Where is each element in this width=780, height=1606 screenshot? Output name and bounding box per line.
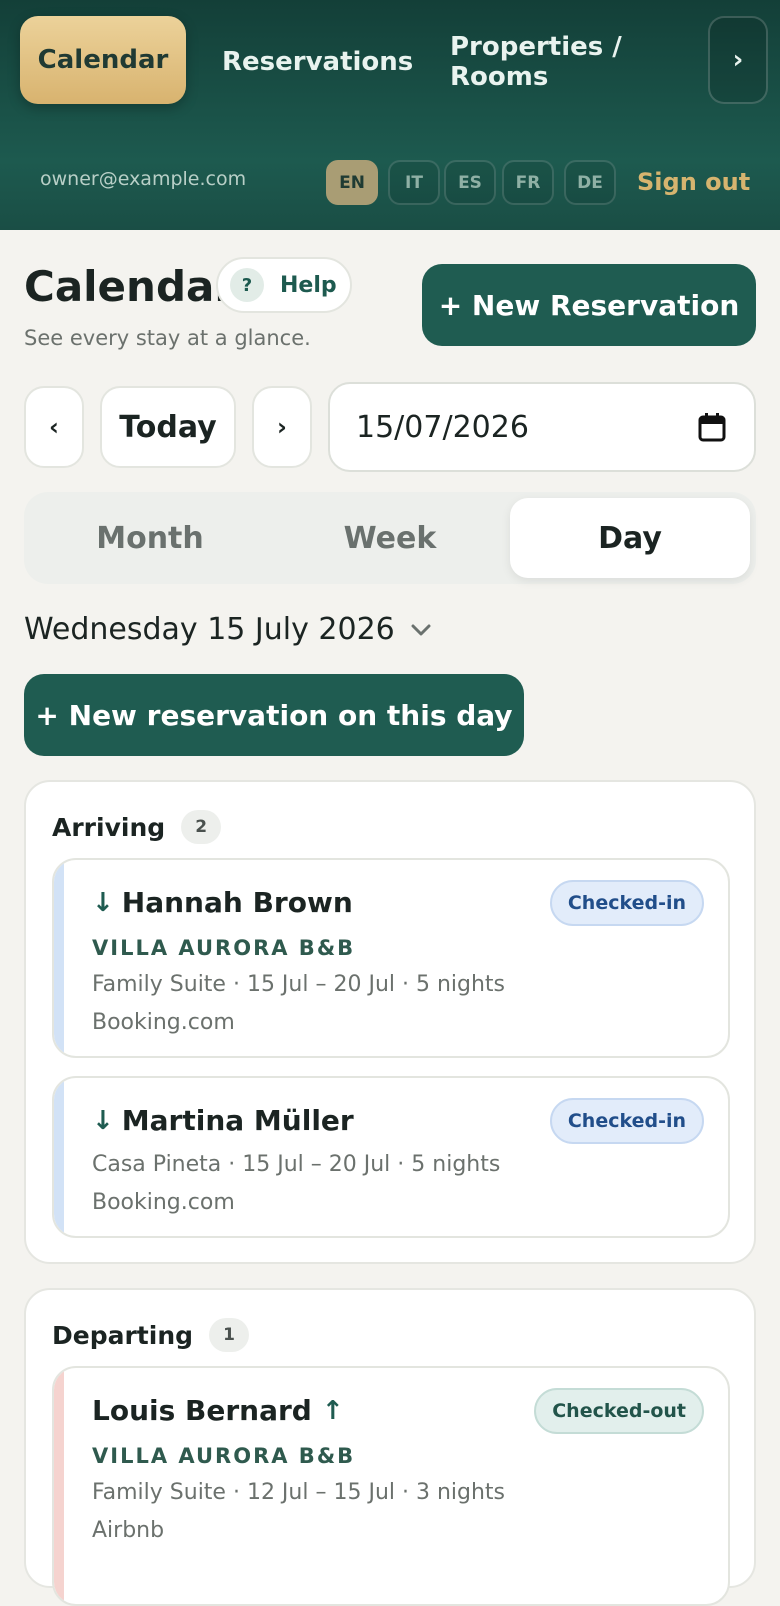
sign-out-link[interactable]: Sign out [637,168,750,196]
new-reservation-on-day-button[interactable]: + New reservation on this day [24,674,524,756]
date-input-value: 15/07/2026 [356,409,529,445]
departure-arrow-icon: ↑ [321,1395,344,1426]
account-email: owner@example.com [40,168,247,190]
arriving-section: Arriving 2 ↓ Hannah Brown Checked-in VIL… [24,780,756,1264]
view-week-tab[interactable]: Week [270,498,510,578]
nav-reservations[interactable]: Reservations [222,18,413,106]
departing-count-badge: 1 [209,1318,250,1352]
nav-more-button[interactable]: › [708,16,768,104]
chevron-down-icon [411,624,431,635]
page-subtitle: See every stay at a glance. [24,326,311,350]
guest-name: Hannah Brown [121,886,353,919]
stay-details: Casa Pineta · 15 Jul – 20 Jul · 5 nights [92,1152,501,1177]
reservation-card[interactable]: ↓ Martina Müller Checked-in Casa Pineta … [52,1076,730,1238]
guest-name-row: ↓ Martina Müller [92,1104,354,1137]
selected-day-dropdown[interactable]: Wednesday 15 July 2026 [24,612,431,647]
today-button[interactable]: Today [100,386,236,468]
status-badge: Checked-out [534,1388,704,1434]
departing-section: Departing 1 Louis Bernard ↑ Checked-out … [24,1288,756,1606]
new-reservation-button[interactable]: + New Reservation [422,264,756,346]
page-title: Calendar [24,262,236,311]
selected-day-label: Wednesday 15 July 2026 [24,612,395,647]
property-name: VILLA AURORA B&B [92,936,356,960]
view-month-tab[interactable]: Month [30,498,270,578]
reservation-card[interactable]: ↓ Hannah Brown Checked-in VILLA AURORA B… [52,858,730,1058]
status-badge: Checked-in [549,1098,704,1144]
booking-source: Booking.com [92,1190,235,1215]
language-it[interactable]: IT [388,160,440,205]
stay-details: Family Suite · 12 Jul – 15 Jul · 3 night… [92,1480,506,1505]
language-en[interactable]: EN [326,160,378,205]
help-label: Help [280,272,337,298]
guest-name-row: ↓ Hannah Brown [92,886,353,919]
property-name: VILLA AURORA B&B [92,1444,356,1468]
nav-calendar[interactable]: Calendar [20,16,186,104]
date-input[interactable]: 15/07/2026 [328,382,756,472]
view-day-tab[interactable]: Day [510,498,750,578]
arrival-arrow-icon: ↓ [92,887,114,918]
status-badge: Checked-in [549,880,704,926]
arriving-header: Arriving 2 [52,810,222,844]
arrival-arrow-icon: ↓ [92,1105,114,1136]
reservation-card[interactable]: Louis Bernard ↑ Checked-out VILLA AURORA… [52,1366,730,1606]
guest-name: Martina Müller [121,1104,354,1137]
view-switcher: Month Week Day [24,492,756,584]
card-accent-bar [54,1078,64,1236]
top-navigation: Calendar Reservations Properties / Rooms… [0,0,780,230]
previous-button[interactable]: ‹ [24,386,84,468]
help-icon: ? [230,268,264,302]
nav-properties-rooms[interactable]: Properties / Rooms [450,18,712,106]
language-es[interactable]: ES [444,160,496,205]
card-accent-bar [54,860,64,1056]
language-de[interactable]: DE [564,160,616,205]
stay-details: Family Suite · 15 Jul – 20 Jul · 5 night… [92,972,506,997]
calendar-icon[interactable] [698,412,726,442]
booking-source: Airbnb [92,1518,165,1543]
guest-name: Louis Bernard [92,1394,312,1427]
guest-name-row: Louis Bernard ↑ [92,1394,344,1427]
card-accent-bar [54,1368,64,1604]
arriving-title: Arriving [52,812,166,842]
next-button[interactable]: › [252,386,312,468]
departing-title: Departing [52,1320,194,1350]
arriving-count-badge: 2 [181,810,222,844]
booking-source: Booking.com [92,1010,235,1035]
departing-header: Departing 1 [52,1318,250,1352]
language-fr[interactable]: FR [502,160,554,205]
help-button[interactable]: ? Help [216,257,352,313]
